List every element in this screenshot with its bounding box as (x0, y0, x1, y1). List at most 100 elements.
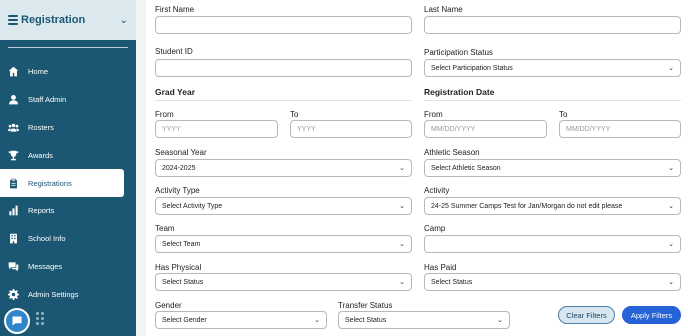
camp-label: Camp (424, 224, 446, 233)
participation-status-label: Participation Status (424, 48, 493, 57)
person-icon (6, 93, 20, 107)
chat-widget-button[interactable] (4, 308, 30, 334)
grad-to-input[interactable]: YYYY (290, 120, 412, 138)
student-id-label: Student ID (155, 47, 193, 56)
has-physical-label: Has Physical (155, 263, 202, 272)
sidebar-item-messages[interactable]: Messages (0, 253, 136, 281)
sidebar-item-label: Home (28, 67, 49, 77)
sidebar-item-label: Admin Settings (28, 289, 79, 299)
hamburger-menu-icon[interactable] (8, 15, 18, 25)
grad-from-placeholder: YYYY (162, 125, 181, 133)
sidebar-item-label: Reports (28, 206, 55, 216)
reg-from-placeholder: MM/DD/YYYY (431, 125, 476, 133)
athletic-season-select[interactable]: Select Athletic Season ⌄ (424, 159, 681, 177)
reg-to-input[interactable]: MM/DD/YYYY (559, 120, 681, 138)
building-icon (6, 232, 20, 246)
activity-select[interactable]: 24-25 Summer Camps Test for Jan/Morgan d… (424, 197, 681, 215)
filter-form: First Name Last Name Student ID Particip… (146, 0, 688, 336)
reg-from-label: From (424, 110, 443, 119)
grad-to-placeholder: YYYY (297, 125, 316, 133)
transfer-status-select[interactable]: Select Status ⌄ (338, 311, 510, 329)
sidebar-nav: Home Staff Admin Rosters Awards Registra… (0, 58, 136, 308)
sidebar-header[interactable]: Registration ⌄ (0, 0, 136, 40)
transfer-status-label: Transfer Status (338, 301, 393, 310)
seasonal-year-value: 2024-2025 (162, 164, 196, 172)
reg-from-input[interactable]: MM/DD/YYYY (424, 120, 547, 138)
grad-from-input[interactable]: YYYY (155, 120, 278, 138)
grad-year-divider (155, 100, 412, 101)
chevron-down-icon: ⌄ (668, 165, 674, 172)
gender-value: Select Gender (162, 316, 207, 324)
chevron-down-icon: ⌄ (668, 241, 674, 248)
team-label: Team (155, 224, 175, 233)
chevron-down-icon: ⌄ (497, 317, 503, 324)
activity-label: Activity (424, 186, 450, 195)
activity-value: 24-25 Summer Camps Test for Jan/Morgan d… (431, 202, 623, 210)
sidebar-title: Registration (21, 14, 86, 26)
team-select[interactable]: Select Team ⌄ (155, 235, 412, 253)
chevron-down-icon: ⌄ (399, 165, 405, 172)
transfer-status-value: Select Status (345, 316, 387, 324)
sidebar-item-school-info[interactable]: School Info (0, 225, 136, 253)
first-name-input[interactable] (155, 16, 412, 34)
chevron-down-icon: ⌄ (668, 65, 674, 72)
drag-handle-icon[interactable] (36, 312, 44, 325)
activity-type-select[interactable]: Select Activity Type ⌄ (155, 197, 412, 215)
sidebar-item-rosters[interactable]: Rosters (0, 114, 136, 142)
home-icon (6, 65, 20, 79)
reg-to-label: To (559, 110, 568, 119)
registration-date-heading: Registration Date (424, 87, 495, 97)
sidebar-item-label: Messages (28, 261, 63, 271)
has-paid-select[interactable]: Select Status ⌄ (424, 273, 681, 291)
chevron-down-icon: ⌄ (399, 279, 405, 286)
registration-date-divider (424, 100, 681, 101)
trophy-icon (6, 148, 20, 162)
clear-filters-button[interactable]: Clear Filters (558, 306, 615, 324)
chevron-down-icon: ⌄ (314, 317, 320, 324)
sidebar-item-registrations[interactable]: Registrations (0, 169, 124, 197)
chevron-down-icon[interactable]: ⌄ (120, 15, 128, 26)
grad-year-heading: Grad Year (155, 87, 196, 97)
sidebar-item-staff-admin[interactable]: Staff Admin (0, 86, 136, 114)
clipboard-icon (6, 176, 20, 190)
activity-type-label: Activity Type (155, 186, 200, 195)
athletic-season-label: Athletic Season (424, 148, 480, 157)
apply-filters-button[interactable]: Apply Filters (622, 306, 681, 324)
sidebar-item-reports[interactable]: Reports (0, 197, 136, 225)
participation-status-select[interactable]: Select Participation Status ⌄ (424, 59, 681, 77)
sidebar-item-label: Staff Admin (28, 95, 67, 105)
group-icon (6, 120, 20, 134)
activity-type-value: Select Activity Type (162, 202, 223, 210)
bar-chart-icon (6, 204, 20, 218)
sidebar-item-label: Awards (28, 150, 53, 160)
athletic-season-value: Select Athletic Season (431, 164, 501, 172)
grad-from-label: From (155, 110, 174, 119)
sidebar-item-label: School Info (28, 234, 66, 244)
chat-bubble-icon (12, 316, 22, 326)
seasonal-year-label: Seasonal Year (155, 148, 207, 157)
sidebar-item-label: Registrations (28, 178, 72, 188)
has-paid-value: Select Status (431, 278, 473, 286)
participation-status-value: Select Participation Status (431, 64, 513, 72)
sidebar-divider (8, 47, 128, 48)
camp-select[interactable]: ⌄ (424, 235, 681, 253)
gear-icon (6, 287, 20, 301)
last-name-label: Last Name (424, 5, 463, 14)
has-paid-label: Has Paid (424, 263, 457, 272)
sidebar-item-admin-settings[interactable]: Admin Settings (0, 280, 136, 308)
team-value: Select Team (162, 240, 201, 248)
seasonal-year-select[interactable]: 2024-2025 ⌄ (155, 159, 412, 177)
student-id-input[interactable] (155, 59, 412, 77)
chevron-down-icon: ⌄ (668, 279, 674, 286)
sidebar-item-home[interactable]: Home (0, 58, 136, 86)
first-name-label: First Name (155, 5, 195, 14)
gender-select[interactable]: Select Gender ⌄ (155, 311, 327, 329)
sidebar-item-label: Rosters (28, 122, 54, 132)
last-name-input[interactable] (424, 16, 681, 34)
gender-label: Gender (155, 301, 182, 310)
has-physical-select[interactable]: Select Status ⌄ (155, 273, 412, 291)
sidebar-item-awards[interactable]: Awards (0, 141, 136, 169)
chevron-down-icon: ⌄ (399, 241, 405, 248)
chat-icon (6, 259, 20, 273)
has-physical-value: Select Status (162, 278, 204, 286)
